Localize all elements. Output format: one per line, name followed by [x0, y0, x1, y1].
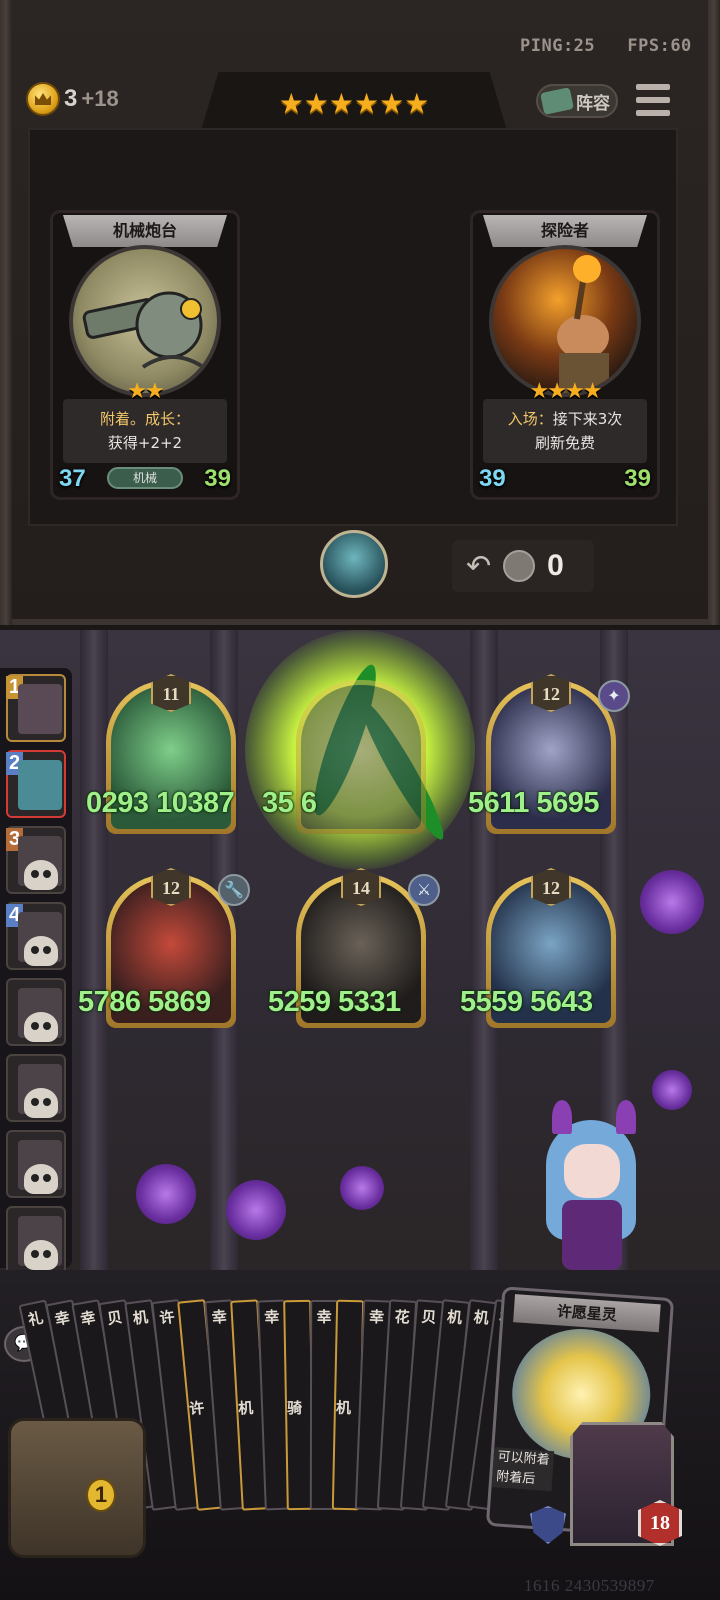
- card-attack: 39: [479, 465, 506, 492]
- unit-stats: 0293 10387: [86, 787, 235, 819]
- menu-button[interactable]: [636, 84, 670, 116]
- card-health: 39: [204, 465, 231, 492]
- coin-icon: [503, 550, 536, 582]
- fps-label: FPS:60: [627, 36, 692, 56]
- lineup-label: 阵容: [576, 93, 610, 114]
- refresh-cost: 0: [547, 549, 564, 582]
- card-description: 可以附着 附着后: [491, 1447, 555, 1492]
- unit-stats: 35 6: [262, 787, 317, 819]
- hero-power-avatar[interactable]: [320, 530, 388, 598]
- card-title: 探险者: [483, 215, 647, 247]
- card-tribe-tag: 机械: [106, 467, 184, 489]
- card-health: 39: [624, 465, 651, 492]
- unit-stats: 5259 5331: [268, 986, 401, 1018]
- lineup-button[interactable]: 阵容: [536, 84, 618, 118]
- player-seat-eliminated[interactable]: [6, 1206, 66, 1274]
- tier-stars: ★★★★★★: [278, 86, 430, 120]
- avatar: [18, 760, 62, 810]
- unit-stats: 5559 5643: [460, 986, 593, 1018]
- rose-decoration: [640, 870, 704, 934]
- player-seat-3[interactable]: 3: [6, 826, 66, 894]
- avatar: [18, 684, 62, 734]
- sword-icon: ⚔: [408, 874, 440, 906]
- book-icon: [540, 87, 574, 115]
- skull-icon: [24, 1240, 58, 1270]
- card-description: 入场：接下来3次 刷新免费: [483, 399, 647, 463]
- unit-stats: 5786 5869: [78, 986, 211, 1018]
- ping-label: PING:25: [520, 36, 596, 56]
- menu-icon: [636, 84, 670, 90]
- player-seat-2[interactable]: 2: [6, 750, 66, 818]
- rose-decoration: [226, 1180, 286, 1240]
- player-seat-eliminated[interactable]: [6, 1054, 66, 1122]
- star-effect-icon: ✦: [598, 680, 630, 712]
- wrench-icon: 🔧: [218, 874, 250, 906]
- refresh-button[interactable]: ↶ 0: [452, 540, 594, 592]
- gold-income: +18: [81, 86, 119, 111]
- player-seat-eliminated[interactable]: [6, 978, 66, 1046]
- rose-decoration: [652, 1070, 692, 1110]
- unit-stats: 5611 5695: [468, 787, 599, 819]
- player-seat-1[interactable]: 1: [6, 674, 66, 742]
- rose-decoration: [136, 1164, 196, 1224]
- shop-card-explorer[interactable]: 探险者 ★★★★ 入场：接下来3次 刷新免费 39 39: [470, 210, 660, 500]
- player-seat-4[interactable]: 4: [6, 902, 66, 970]
- tavern-tier: ★★★★★★: [200, 72, 508, 134]
- skull-icon: [24, 936, 58, 966]
- gold-counter: 3 +18: [26, 82, 119, 116]
- coin-icon: [26, 82, 60, 116]
- treasure-chest[interactable]: [8, 1418, 146, 1558]
- chest-count-badge: 1: [86, 1478, 116, 1512]
- skull-icon: [24, 1164, 58, 1194]
- gold-value: 3: [64, 85, 78, 112]
- explorer-art: [489, 245, 641, 397]
- player-seat-eliminated[interactable]: [6, 1130, 66, 1198]
- card-description: 附着。成长： 获得+2+2: [63, 399, 227, 463]
- card-title: 许愿星灵: [513, 1294, 661, 1333]
- player-list: 1 2 3 4: [0, 668, 72, 1274]
- shop-card-turret[interactable]: 机械炮台 ★★ 附着。成长： 获得+2+2 37 机械 39: [50, 210, 240, 500]
- undo-arrow-icon: ↶: [466, 548, 492, 584]
- network-stats: PING:25 FPS:60: [520, 36, 692, 56]
- card-attack: 37: [59, 465, 86, 492]
- skull-icon: [24, 1012, 58, 1042]
- skull-icon: [24, 1088, 58, 1118]
- card-title: 机械炮台: [63, 215, 227, 247]
- turret-art: [69, 245, 221, 397]
- skull-icon: [24, 860, 58, 890]
- shop-panel: PING:25 FPS:60 3 +18 ★★★★★★ 阵容 机械炮台 ★★ 附…: [0, 0, 720, 625]
- footer-id: 1616 2430539897: [524, 1576, 655, 1595]
- rose-decoration: [340, 1166, 384, 1210]
- player-hero-demon: [532, 1100, 652, 1290]
